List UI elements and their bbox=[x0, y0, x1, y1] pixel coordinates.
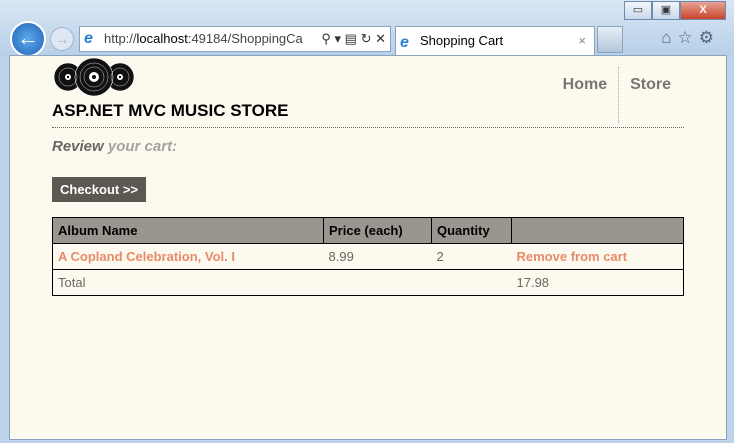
browser-chrome: ▭ ▣ X ← → e http://localhost:49184/Shopp… bbox=[0, 0, 734, 57]
table-row: A Copland Celebration, Vol. I 8.99 2 Rem… bbox=[52, 243, 684, 270]
url-rest: :49184/ShoppingCa bbox=[187, 31, 303, 46]
nav-store[interactable]: Store bbox=[618, 67, 682, 123]
url-prefix: http:// bbox=[104, 31, 137, 46]
home-icon[interactable]: ⌂ bbox=[661, 28, 677, 47]
refresh-icon[interactable]: ↻ bbox=[361, 31, 372, 46]
nav-home[interactable]: Home bbox=[552, 75, 618, 123]
ie-icon: e bbox=[84, 30, 93, 47]
arrow-left-icon: ← bbox=[17, 25, 39, 50]
total-row: Total 17.98 bbox=[52, 269, 684, 296]
dropdown-icon[interactable]: ▾ bbox=[334, 31, 341, 46]
col-actions bbox=[511, 217, 684, 244]
tab-title: Shopping Cart bbox=[420, 33, 504, 48]
divider bbox=[52, 127, 684, 128]
forward-button[interactable]: → bbox=[50, 27, 74, 51]
site-title: ASP.NET MVC MUSIC STORE bbox=[52, 101, 289, 120]
ie-icon: e bbox=[400, 34, 409, 51]
maximize-button[interactable]: ▣ bbox=[652, 1, 680, 20]
tab-shopping-cart[interactable]: e Shopping Cart × bbox=[395, 26, 595, 55]
address-actions: ⚲ ▾ ▤ ↻ ✕ bbox=[317, 27, 386, 51]
total-value: 17.98 bbox=[511, 269, 684, 296]
stop-icon[interactable]: ✕ bbox=[375, 31, 386, 46]
heading-light: your cart: bbox=[107, 138, 178, 155]
quantity-cell: 2 bbox=[431, 243, 512, 270]
total-label: Total bbox=[52, 269, 324, 296]
window-controls: ▭ ▣ X bbox=[624, 1, 726, 20]
main-nav: Home Store bbox=[552, 67, 682, 123]
arrow-right-icon: → bbox=[55, 31, 69, 47]
price-cell: 8.99 bbox=[323, 243, 432, 270]
album-link[interactable]: A Copland Celebration, Vol. I bbox=[58, 249, 235, 264]
remove-from-cart-link[interactable]: Remove from cart bbox=[517, 249, 628, 264]
gear-icon[interactable]: ⚙ bbox=[699, 28, 720, 47]
heading-bold: Review bbox=[52, 138, 104, 155]
logo-records-icon bbox=[54, 57, 135, 97]
address-bar[interactable]: e http://localhost:49184/ShoppingCa ⚲ ▾ … bbox=[79, 26, 391, 52]
minimize-button[interactable]: ▭ bbox=[624, 1, 652, 20]
back-button[interactable]: ← bbox=[10, 21, 46, 57]
toolbar-icons: ⌂☆⚙ bbox=[661, 28, 720, 48]
star-icon[interactable]: ☆ bbox=[678, 28, 699, 47]
page-content: ASP.NET MVC MUSIC STORE Home Store Revie… bbox=[9, 55, 727, 440]
close-tab-icon[interactable]: × bbox=[578, 27, 586, 55]
compat-icon[interactable]: ▤ bbox=[345, 31, 357, 46]
new-tab-button[interactable] bbox=[597, 26, 623, 53]
page-heading: Review your cart: bbox=[52, 138, 177, 155]
col-album-name: Album Name bbox=[52, 217, 324, 244]
close-button[interactable]: X bbox=[680, 1, 726, 20]
checkout-button[interactable]: Checkout >> bbox=[52, 177, 146, 202]
url-host: localhost bbox=[136, 31, 188, 46]
table-header: Album Name Price (each) Quantity bbox=[52, 217, 684, 244]
search-icon[interactable]: ⚲ bbox=[321, 31, 331, 46]
col-quantity: Quantity bbox=[431, 217, 512, 244]
cart-table: Album Name Price (each) Quantity A Copla… bbox=[52, 217, 684, 296]
col-price: Price (each) bbox=[323, 217, 432, 244]
